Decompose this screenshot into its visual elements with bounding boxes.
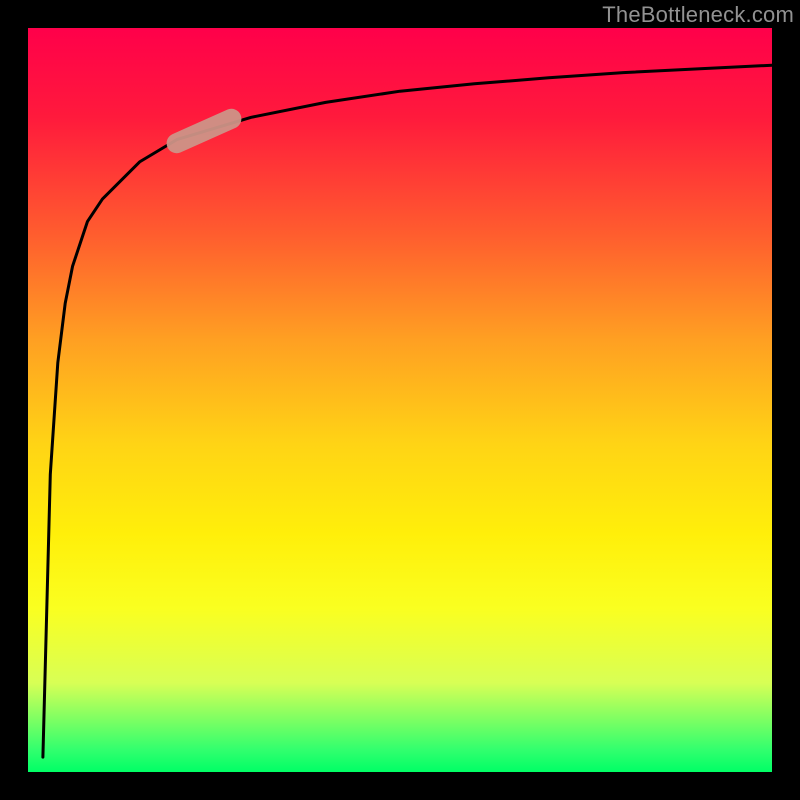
chart-frame: TheBottleneck.com	[0, 0, 800, 800]
watermark-label: TheBottleneck.com	[602, 2, 794, 28]
bottleneck-curve	[28, 28, 772, 772]
plot-area	[28, 28, 772, 772]
